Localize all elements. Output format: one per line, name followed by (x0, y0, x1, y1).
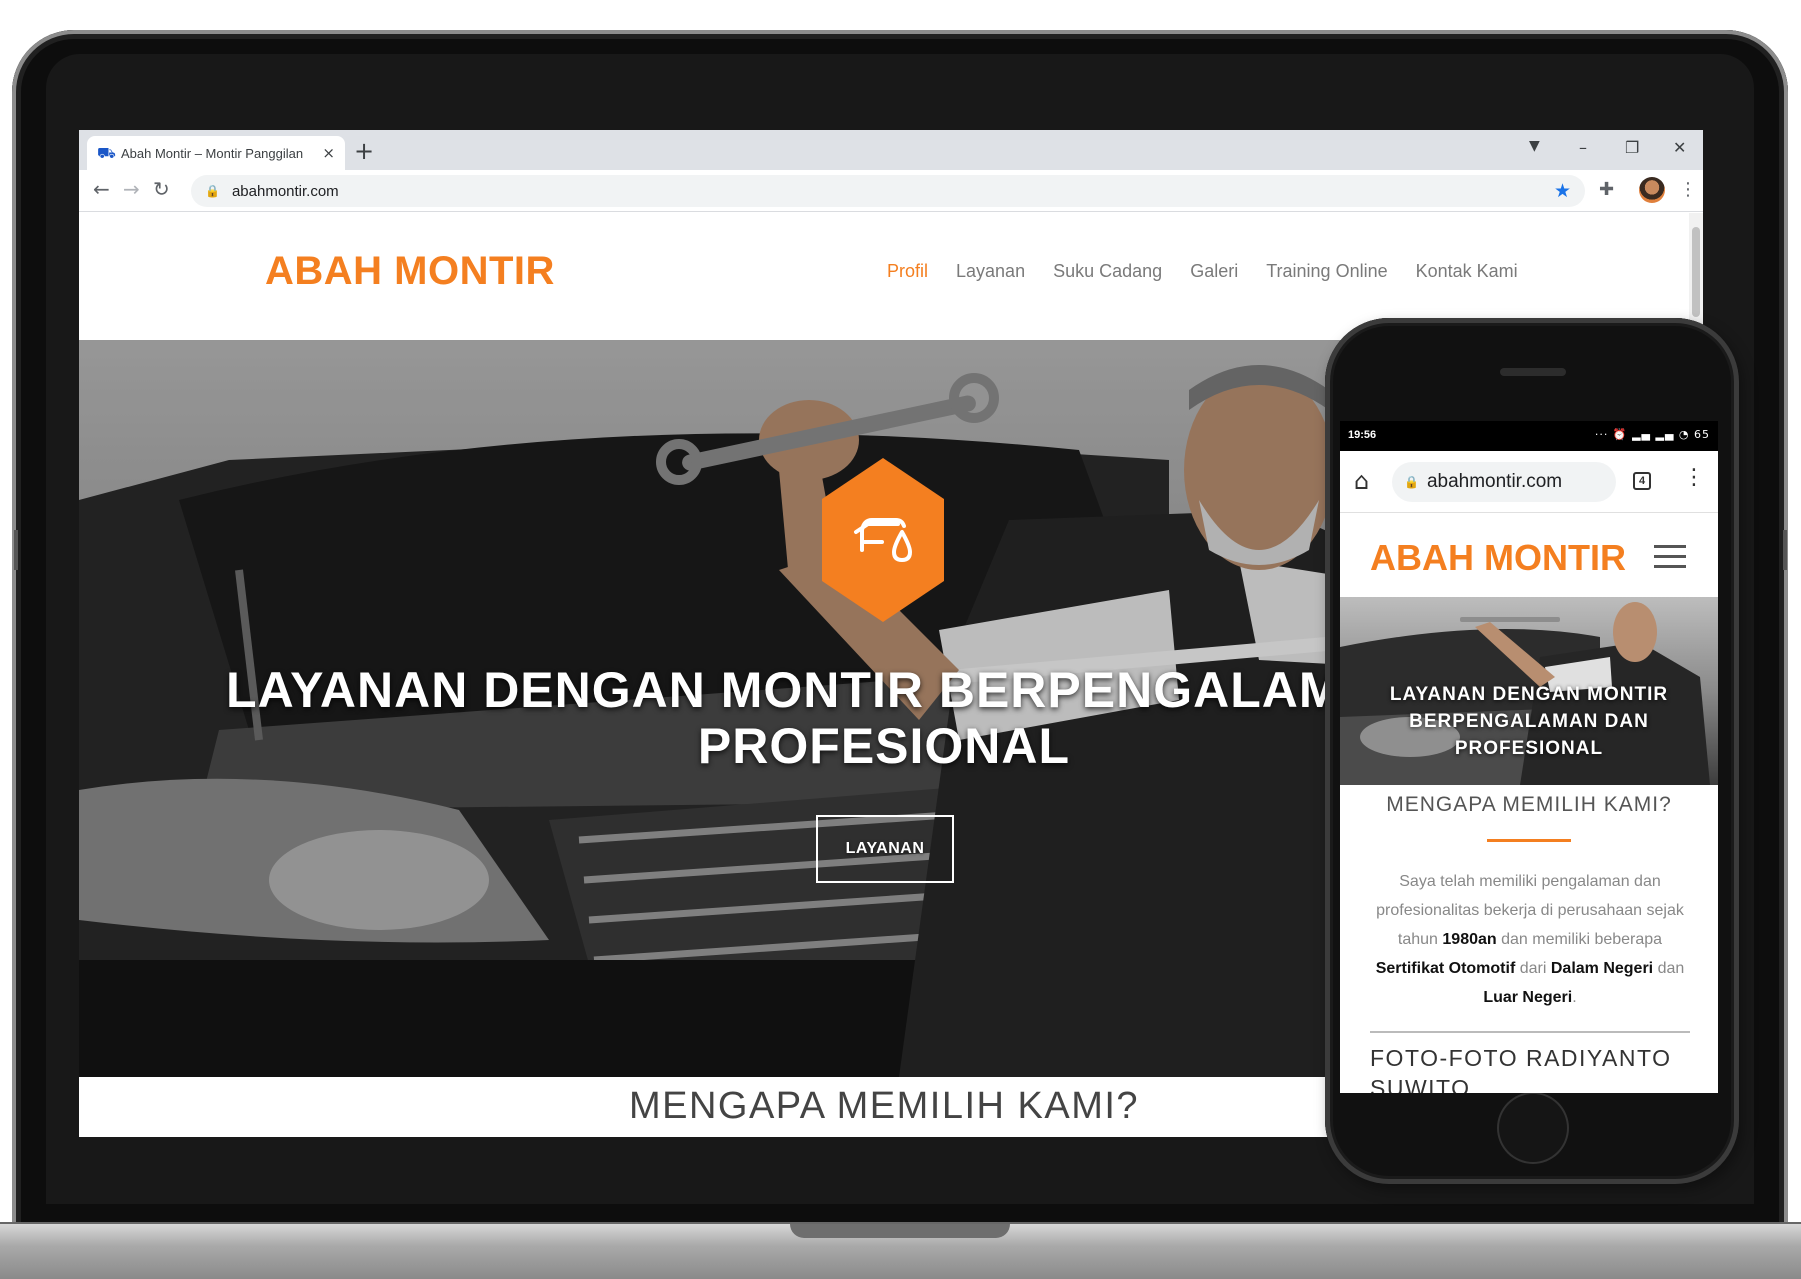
tab-bar: ⛟ Abah Montir – Montir Panggilan × + ▼ –… (79, 130, 1703, 170)
maximize-button[interactable]: ❐ (1625, 138, 1639, 157)
mobile-hero-banner: LAYANAN DENGAN MONTIR BERPENGALAMAN DAN … (1340, 597, 1718, 785)
lock-icon: 🔒 (205, 184, 220, 198)
about-paragraph: Saya telah memiliki pengalaman dan profe… (1370, 867, 1690, 1012)
about-text-4: dan (1653, 960, 1685, 977)
status-icons: ··· ⏰ ▂▄ ▂▄ ◔ 65 (1594, 428, 1710, 441)
laptop-hinge-right (1783, 530, 1787, 570)
tab-title: Abah Montir – Montir Panggilan (121, 145, 304, 161)
forward-arrow-icon[interactable]: → (123, 177, 140, 201)
tab-count-button[interactable]: 4 (1633, 472, 1651, 490)
phone-home-button[interactable] (1497, 1092, 1569, 1164)
about-bold-foreign: Luar Negeri (1483, 989, 1573, 1006)
car-oil-icon (822, 458, 944, 622)
url-text: abahmontir.com (231, 182, 339, 200)
site-logo[interactable]: ABAH MONTIR (265, 249, 555, 294)
section-rule (1370, 1031, 1690, 1033)
home-icon[interactable]: ⌂ (1354, 467, 1369, 495)
browser-menu-icon[interactable]: ⋮ (1679, 179, 1697, 200)
mobile-site-logo[interactable]: ABAH MONTIR (1370, 537, 1626, 579)
laptop-base-notch (790, 1224, 1010, 1238)
scrollbar-thumb[interactable] (1692, 227, 1700, 317)
lock-icon: 🔒 (1404, 475, 1419, 489)
site-nav: Profil Layanan Suku Cadang Galeri Traini… (887, 261, 1518, 282)
mobile-hero-title: LAYANAN DENGAN MONTIR BERPENGALAMAN DAN … (1389, 684, 1669, 759)
laptop-hinge-left (14, 530, 18, 570)
bookmark-star-icon[interactable]: ★ (1554, 180, 1571, 202)
status-time: 19:56 (1348, 429, 1377, 441)
phone-screen: 19:56 ··· ⏰ ▂▄ ▂▄ ◔ 65 ⌂ 🔒 abahmontir.co… (1340, 421, 1718, 1093)
phone-speaker (1500, 368, 1566, 376)
reload-icon[interactable]: ↻ (153, 177, 170, 201)
mobile-browser-toolbar: ⌂ 🔒 abahmontir.com 4 ⋮ (1340, 451, 1718, 513)
about-text-2: dan memiliki beberapa (1496, 931, 1663, 948)
hamburger-menu-icon[interactable] (1654, 545, 1686, 569)
status-bar: 19:56 ··· ⏰ ▂▄ ▂▄ ◔ 65 (1340, 421, 1718, 451)
nav-item-galeri[interactable]: Galeri (1190, 261, 1238, 282)
media-control-icon[interactable]: ▼ (1529, 138, 1540, 154)
about-text-5: . (1572, 989, 1577, 1006)
nav-item-layanan[interactable]: Layanan (956, 261, 1025, 282)
photo-section-heading: FOTO-FOTO RADIYANTO SUWITO (1370, 1045, 1672, 1093)
new-tab-button[interactable]: + (354, 136, 374, 166)
close-window-button[interactable]: ✕ (1673, 138, 1686, 157)
mobile-address-bar[interactable]: 🔒 abahmontir.com (1392, 462, 1616, 502)
mobile-site-header: ABAH MONTIR (1340, 513, 1718, 597)
about-bold-certificate: Sertifikat Otomotif (1375, 960, 1516, 977)
about-bold-year: 1980an (1442, 931, 1497, 948)
address-bar[interactable]: 🔒 abahmontir.com ★ (191, 175, 1585, 207)
laptop-base (0, 1222, 1801, 1279)
mobile-section-title: MENGAPA MEMILIH KAMI? (1386, 793, 1672, 816)
phone-frame: 19:56 ··· ⏰ ▂▄ ▂▄ ◔ 65 ⌂ 🔒 abahmontir.co… (1325, 318, 1739, 1184)
browser-toolbar: ← → ↻ 🔒 abahmontir.com ★ ✚ ⋮ (79, 170, 1703, 212)
car-lift-icon: ⛟ (97, 144, 116, 162)
minimize-button[interactable]: – (1579, 138, 1587, 157)
close-tab-icon[interactable]: × (322, 144, 335, 162)
device-mockup: ⛟ Abah Montir – Montir Panggilan × + ▼ –… (0, 0, 1801, 1279)
nav-item-suku-cadang[interactable]: Suku Cadang (1053, 261, 1162, 282)
browser-tab-active[interactable]: ⛟ Abah Montir – Montir Panggilan × (87, 136, 345, 170)
nav-item-kontak-kami[interactable]: Kontak Kami (1416, 261, 1518, 282)
layanan-button[interactable]: LAYANAN (816, 815, 954, 883)
mobile-menu-icon[interactable]: ⋮ (1683, 465, 1705, 490)
section-divider (1487, 839, 1571, 842)
nav-item-profil[interactable]: Profil (887, 261, 928, 282)
extensions-puzzle-icon[interactable]: ✚ (1599, 179, 1614, 200)
about-text-3: dari (1515, 960, 1551, 977)
nav-item-training-online[interactable]: Training Online (1266, 261, 1387, 282)
mobile-url-text: abahmontir.com (1426, 471, 1563, 492)
back-arrow-icon[interactable]: ← (93, 177, 110, 201)
profile-avatar[interactable] (1639, 177, 1665, 203)
about-bold-domestic: Dalam Negeri (1550, 960, 1654, 977)
